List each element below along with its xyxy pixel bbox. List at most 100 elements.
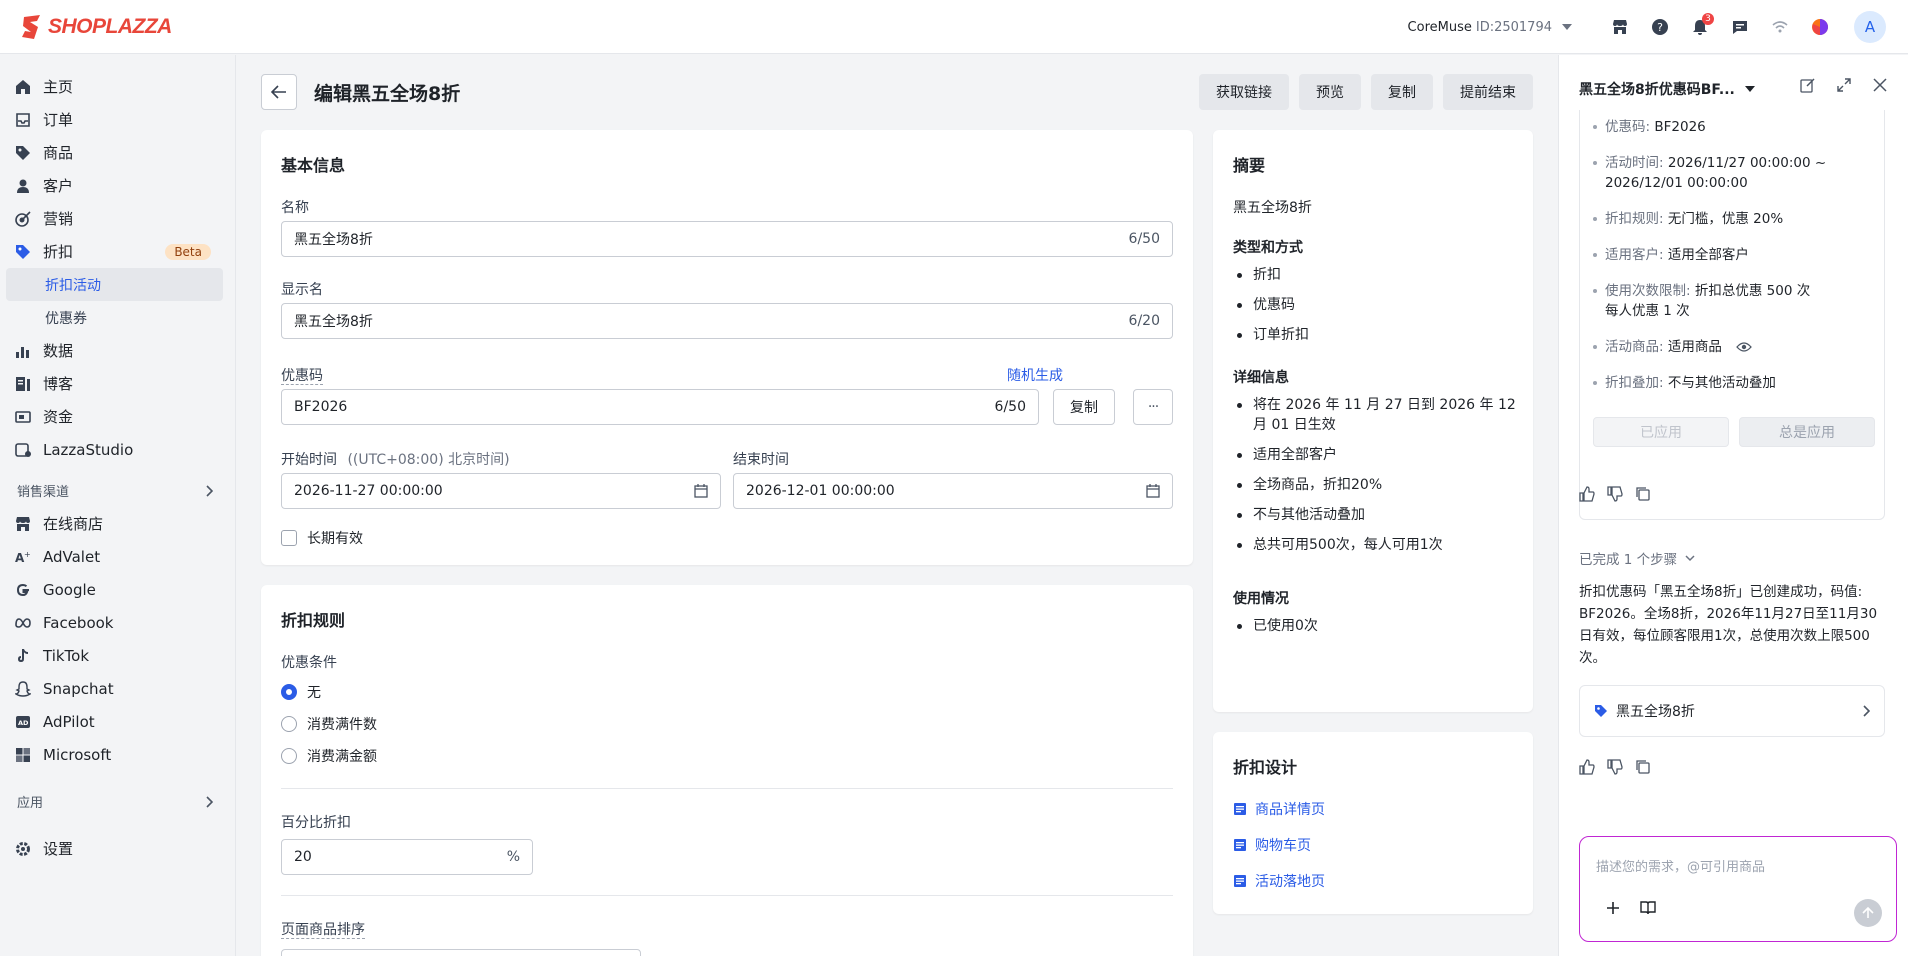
thumbs-up-icon[interactable] xyxy=(1579,757,1607,777)
store-switcher[interactable]: CoreMuse ID:2501794 xyxy=(1408,20,1572,35)
list-item: 使用次数限制: 折扣总优惠 500 次 每人优惠 1 次 xyxy=(1591,281,1881,321)
radio[interactable] xyxy=(281,748,297,764)
sidebar-sub-coupons[interactable]: 优惠券 xyxy=(0,301,235,334)
radio[interactable] xyxy=(281,716,297,732)
more-options-button[interactable]: ··· xyxy=(1133,389,1173,425)
sidebar-item-finance[interactable]: 资金 xyxy=(0,400,235,433)
sidebar-item-home[interactable]: 主页 xyxy=(0,70,235,103)
steps-label: 已完成 1 个步骤 xyxy=(1579,552,1678,568)
plus-icon[interactable] xyxy=(1606,901,1620,915)
eye-icon[interactable] xyxy=(1736,341,1753,353)
end-time-input[interactable]: 2026-12-01 00:00:00 xyxy=(733,473,1173,509)
display-name-value: 黑五全场8折 xyxy=(294,314,373,330)
microsoft-icon xyxy=(16,747,30,762)
sidebar-item-orders[interactable]: 订单 xyxy=(0,103,235,136)
copy-code-button[interactable]: 复制 xyxy=(1053,389,1115,425)
brand-name: SHOPLAZZA xyxy=(48,14,172,38)
book-icon[interactable] xyxy=(1640,901,1656,915)
wifi-icon[interactable] xyxy=(1760,7,1800,47)
percent-input[interactable]: 20% xyxy=(281,839,533,875)
code-value: BF2026 xyxy=(294,399,348,415)
sidebar-item-lazzastudio[interactable]: LazzaStudio xyxy=(0,433,235,466)
name-label: 名称 xyxy=(281,200,309,216)
duplicate-button[interactable]: 复制 xyxy=(1371,74,1433,110)
tag-icon xyxy=(16,145,30,160)
sidebar-item-discounts[interactable]: 折扣 Beta xyxy=(0,235,235,268)
get-link-button[interactable]: 获取链接 xyxy=(1199,74,1289,110)
svg-text:+: + xyxy=(24,550,31,559)
help-icon[interactable]: ? xyxy=(1640,7,1680,47)
end-time-value: 2026-12-01 00:00:00 xyxy=(746,483,895,499)
thumbs-up-icon[interactable] xyxy=(1579,484,1607,504)
chat-icon[interactable] xyxy=(1720,7,1760,47)
sidebar-channel-facebook[interactable]: Facebook xyxy=(0,606,235,639)
sidebar-item-label: 客户 xyxy=(43,177,74,195)
sidebar-item-blog[interactable]: 博客 xyxy=(0,367,235,400)
list-item: 折扣叠加: 不与其他活动叠加 xyxy=(1591,373,1881,393)
notification-bell-icon[interactable]: 3 xyxy=(1680,7,1720,47)
document-icon xyxy=(1234,839,1246,851)
edit-icon[interactable] xyxy=(1790,69,1826,101)
design-link-product-page[interactable]: 商品详情页 xyxy=(1233,799,1325,819)
applied-button[interactable]: 已应用 xyxy=(1593,417,1729,447)
sidebar-section-sales-channels[interactable]: 销售渠道 xyxy=(0,474,235,507)
sidebar-item-label: 主页 xyxy=(43,78,74,96)
radio-selected[interactable] xyxy=(281,684,297,700)
sidebar-item-products[interactable]: 商品 xyxy=(0,136,235,169)
thumbs-down-icon[interactable] xyxy=(1607,484,1635,504)
thumbs-down-icon[interactable] xyxy=(1607,757,1635,777)
sidebar-item-settings[interactable]: 设置 xyxy=(0,832,235,865)
chat-input-box[interactable]: 描述您的需求，@可引用商品 xyxy=(1579,836,1897,942)
end-early-button[interactable]: 提前结束 xyxy=(1443,74,1533,110)
copy-icon[interactable] xyxy=(1635,757,1663,777)
discount-reference-card[interactable]: 黑五全场8折 xyxy=(1579,685,1885,737)
conversation-title[interactable]: 黑五全场8折优惠码BF... xyxy=(1579,79,1755,99)
store-name: CoreMuse xyxy=(1407,19,1472,35)
bar-chart-icon xyxy=(16,346,29,358)
condition-option-none[interactable]: 无 xyxy=(281,682,321,702)
sidebar-channel-google[interactable]: Google xyxy=(0,573,235,606)
store-front-icon[interactable] xyxy=(1600,7,1640,47)
random-generate-link[interactable]: 随机生成 xyxy=(1007,365,1063,385)
copy-icon[interactable] xyxy=(1635,484,1663,504)
avatar[interactable]: A xyxy=(1854,11,1886,43)
expand-icon[interactable] xyxy=(1826,69,1862,101)
send-button[interactable] xyxy=(1854,899,1882,927)
design-link-landing-page[interactable]: 活动落地页 xyxy=(1233,871,1325,891)
display-name-input[interactable]: 黑五全场8折 6/20 xyxy=(281,303,1173,339)
code-input[interactable]: BF2026 6/50 xyxy=(281,389,1039,425)
sidebar-item-analytics[interactable]: 数据 xyxy=(0,334,235,367)
completed-steps-toggle[interactable]: 已完成 1 个步骤 xyxy=(1579,548,1695,568)
sidebar-channel-microsoft[interactable]: Microsoft xyxy=(0,738,235,771)
detail-key: 优惠码: xyxy=(1605,119,1651,135)
condition-option-amount[interactable]: 消费满金额 xyxy=(281,746,377,766)
condition-option-quantity[interactable]: 消费满件数 xyxy=(281,714,377,734)
name-input[interactable]: 黑五全场8折 6/50 xyxy=(281,221,1173,257)
sort-select[interactable] xyxy=(281,949,641,956)
close-icon[interactable] xyxy=(1862,69,1898,101)
list-item: 不与其他活动叠加 xyxy=(1233,505,1523,525)
summary-card: 摘要 黑五全场8折 类型和方式 折扣 优惠码 订单折扣 详细信息 将在 2026… xyxy=(1213,130,1533,712)
preview-button[interactable]: 预览 xyxy=(1299,74,1361,110)
sidebar-section-apps[interactable]: 应用 xyxy=(0,785,235,818)
start-time-input[interactable]: 2026-11-27 00:00:00 xyxy=(281,473,721,509)
sidebar-channel-adpilot[interactable]: AD AdPilot xyxy=(0,705,235,738)
basic-info-card: 基本信息 名称 黑五全场8折 6/50 显示名 黑五全场8折 6/20 优惠码 随机… xyxy=(261,130,1193,565)
start-time-label: 开始时间 ((UTC+08:00) 北京时间) xyxy=(281,449,510,469)
sidebar-channel-advalet[interactable]: A + AdValet xyxy=(0,540,235,573)
checkbox[interactable] xyxy=(281,530,297,546)
design-link-cart-page[interactable]: 购物车页 xyxy=(1233,835,1311,855)
long-term-checkbox[interactable]: 长期有效 xyxy=(281,528,363,548)
sidebar-sub-discount-activities[interactable]: 折扣活动 xyxy=(6,268,223,301)
percent-value: 20 xyxy=(294,849,312,865)
always-apply-button[interactable]: 总是应用 xyxy=(1739,417,1875,447)
sidebar-channel-snapchat[interactable]: Snapchat xyxy=(0,672,235,705)
sidebar-channel-online-store[interactable]: 在线商店 xyxy=(0,507,235,540)
card-title: 折扣设计 xyxy=(1233,758,1298,777)
sidebar-channel-tiktok[interactable]: TikTok xyxy=(0,639,235,672)
sidebar-item-customers[interactable]: 客户 xyxy=(0,169,235,202)
shoplazza-logo[interactable]: SHOPLAZZA xyxy=(20,14,172,39)
back-button[interactable] xyxy=(261,74,297,110)
color-ball-icon[interactable] xyxy=(1800,7,1840,47)
sidebar-item-marketing[interactable]: 营销 xyxy=(0,202,235,235)
